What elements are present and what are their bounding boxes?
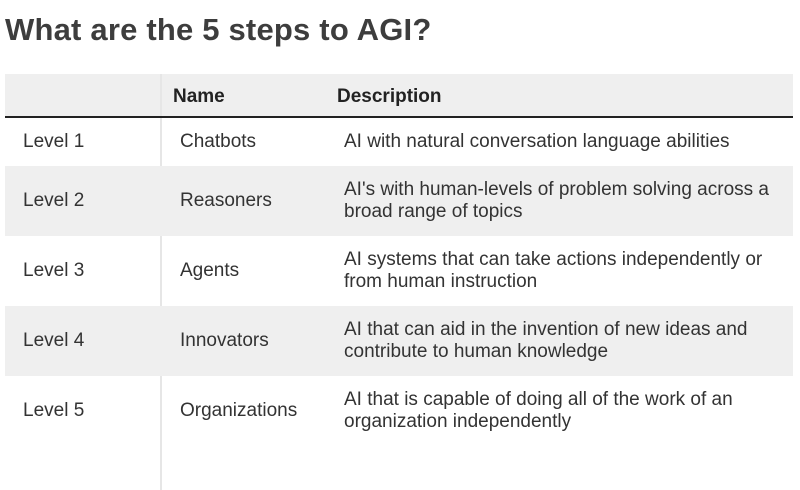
description-cell: AI's with human-levels of problem solvin…	[344, 166, 789, 236]
description-text: AI's with human-levels of problem solvin…	[344, 179, 769, 222]
table-row: Level 4 Innovators AI that can aid in th…	[5, 306, 793, 376]
name-cell: Innovators	[180, 330, 269, 351]
header-description: Description	[337, 86, 442, 107]
name-cell: Organizations	[180, 400, 298, 421]
description-cell: AI that is capable of doing all of the w…	[344, 376, 789, 446]
description-cell: AI that can aid in the invention of new …	[344, 306, 789, 376]
level-cell: Level 2	[23, 190, 85, 211]
name-cell: Agents	[180, 260, 240, 281]
column-divider	[160, 74, 162, 116]
table-row: Level 5 Organizations AI that is capable…	[5, 376, 793, 446]
name-cell: Chatbots	[180, 131, 257, 152]
table-header: Name Description	[5, 74, 793, 118]
description-text: AI that can aid in the invention of new …	[344, 319, 748, 362]
level-cell: Level 1	[23, 131, 85, 152]
description-cell: AI with natural conversation language ab…	[344, 118, 789, 166]
table-row: Level 1 Chatbots AI with natural convers…	[5, 118, 793, 166]
agi-levels-table: Name Description Level 1 Chatbots AI wit…	[5, 74, 793, 490]
description-text: AI with natural conversation language ab…	[344, 131, 730, 152]
table-row: Level 2 Reasoners AI's with human-levels…	[5, 166, 793, 236]
name-cell: Reasoners	[180, 190, 272, 211]
level-cell: Level 5	[23, 400, 85, 421]
description-text: AI that is capable of doing all of the w…	[344, 389, 733, 432]
description-text: AI systems that can take actions indepen…	[344, 249, 763, 292]
table-body: Level 1 Chatbots AI with natural convers…	[5, 118, 793, 490]
description-cell: AI systems that can take actions indepen…	[344, 236, 789, 306]
table-row: Level 3 Agents AI systems that can take …	[5, 236, 793, 306]
level-cell: Level 4	[23, 330, 85, 351]
level-cell: Level 3	[23, 260, 85, 281]
page-title: What are the 5 steps to AGI?	[5, 12, 432, 47]
header-name: Name	[173, 86, 225, 107]
